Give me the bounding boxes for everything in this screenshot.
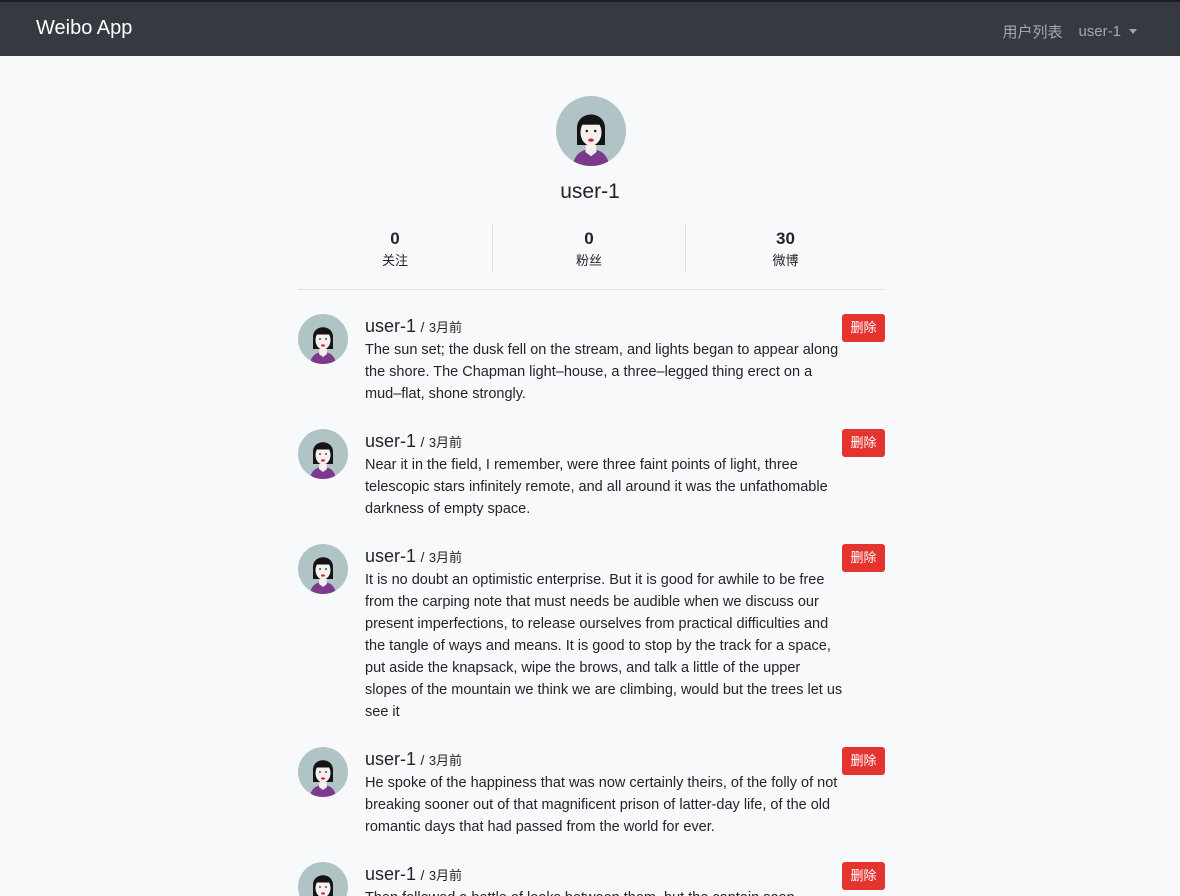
post-header: user-1 / 3月前 [365,314,845,338]
post-time: 3月前 [428,320,463,335]
stat-posts[interactable]: 30 微博 [686,224,885,272]
delete-post-button[interactable]: 删除 [842,747,885,775]
brand-logo-text[interactable]: Weibo App [36,17,132,40]
stat-following-value: 0 [390,229,400,248]
stat-followers-label: 粉丝 [575,253,602,268]
post-separator: / [420,867,425,883]
post-content: It is no doubt an optimistic enterprise.… [365,572,843,720]
post-avatar-icon[interactable] [298,544,348,594]
post-header: user-1 / 3月前 [365,862,845,886]
profile-avatar-icon [556,96,626,166]
post-time: 3月前 [428,753,463,768]
post-body: user-1 / 3月前 It is no doubt an optimisti… [365,544,845,723]
post-header: user-1 / 3月前 [365,747,845,771]
users-list-link[interactable]: 用户列表 [1002,21,1062,42]
profile-name: user-1 [560,180,620,203]
post-time: 3月前 [428,435,463,450]
post-content: He spoke of the happiness that was now c… [365,775,838,835]
post-separator: / [420,434,425,450]
post-content: The sun set; the dusk fell on the stream… [365,342,839,402]
post-username[interactable]: user-1 [365,864,416,884]
profile-stats: 0 关注 0 粉丝 30 微博 [298,224,885,290]
post-header: user-1 / 3月前 [365,544,845,568]
post-content: Near it in the field, I remember, were t… [365,457,828,517]
post-header: user-1 / 3月前 [365,429,845,453]
post-separator: / [420,752,425,768]
stat-followers-value: 0 [584,229,594,248]
post-avatar-icon[interactable] [298,314,348,364]
post-avatar-icon[interactable] [298,747,348,797]
post-username[interactable]: user-1 [365,431,416,451]
stat-following-label: 关注 [381,253,408,268]
stat-posts-label: 微博 [772,253,799,268]
delete-post-button[interactable]: 删除 [842,429,885,457]
post-time: 3月前 [428,550,463,565]
user-dropdown-toggle[interactable]: user-1 [1078,23,1137,40]
post-content: Then followed a battle of looks between … [365,887,845,896]
current-user-label: user-1 [1078,23,1121,40]
delete-post-button[interactable]: 删除 [842,862,885,890]
post-separator: / [420,549,425,565]
post-avatar-icon[interactable] [298,862,348,896]
stat-posts-value: 30 [776,229,795,248]
post-time: 3月前 [428,868,463,883]
navbar: Weibo App 用户列表 user-1 [0,0,1180,56]
post-separator: / [420,319,425,335]
stat-following[interactable]: 0 关注 [298,224,493,272]
post-body: user-1 / 3月前 Then followed a battle of l… [365,862,845,896]
stat-followers[interactable]: 0 粉丝 [493,224,686,272]
delete-post-button[interactable]: 删除 [842,314,885,342]
post-body: user-1 / 3月前 The sun set; the dusk fell … [365,314,845,405]
post-avatar-icon[interactable] [298,429,348,479]
delete-post-button[interactable]: 删除 [842,544,885,572]
post-username[interactable]: user-1 [365,316,416,336]
post-body: user-1 / 3月前 Near it in the field, I rem… [365,429,845,520]
caret-down-icon [1129,29,1137,34]
post-username[interactable]: user-1 [365,546,416,566]
post-body: user-1 / 3月前 He spoke of the happiness t… [365,747,845,838]
navbar-right: 用户列表 user-1 [1002,21,1137,42]
post-username[interactable]: user-1 [365,749,416,769]
